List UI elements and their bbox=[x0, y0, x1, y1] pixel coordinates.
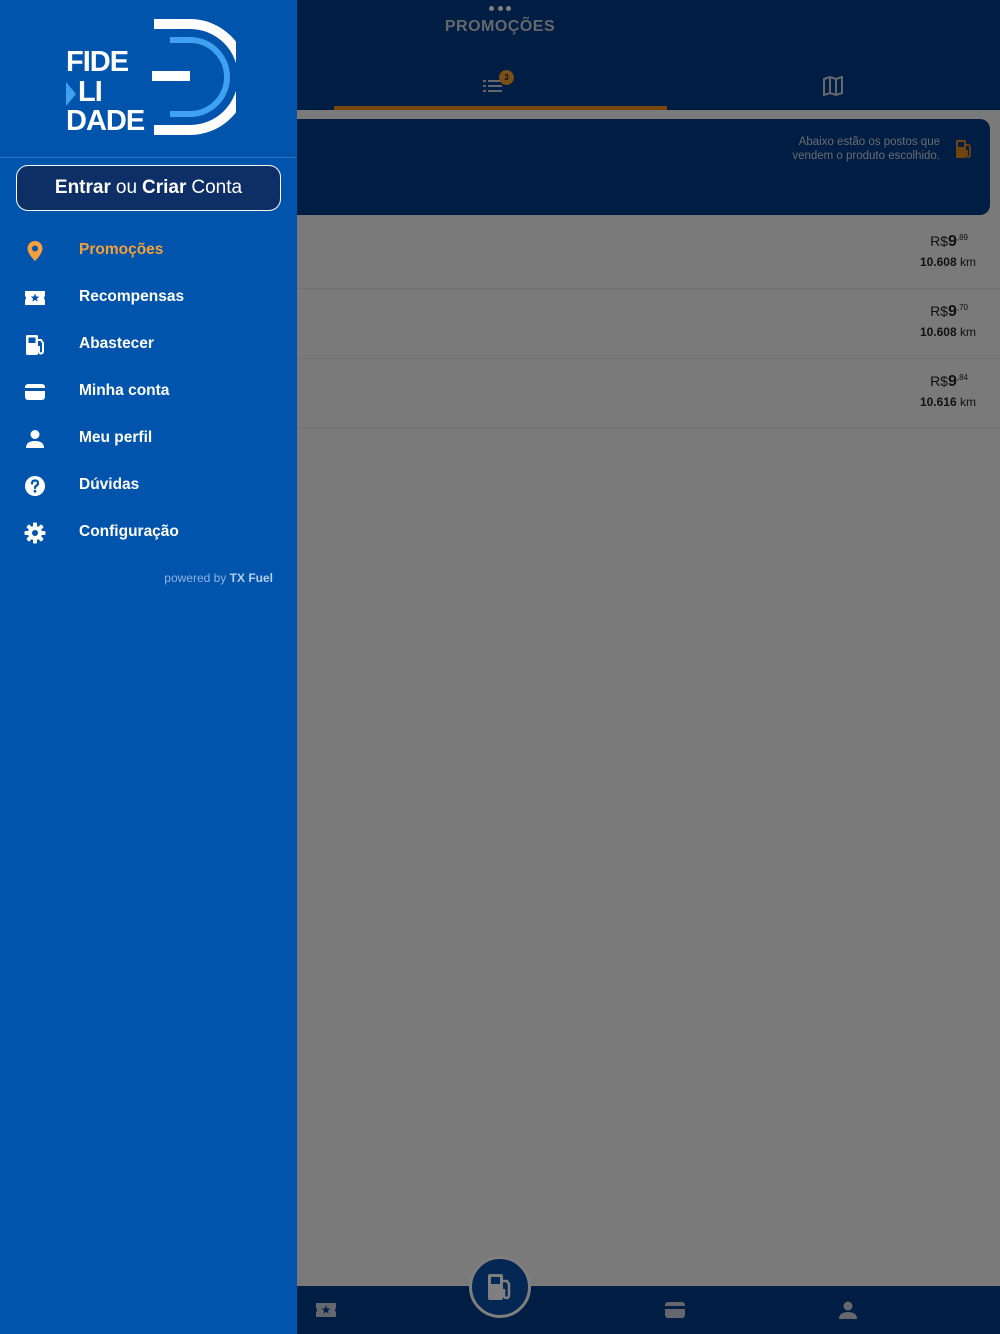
menu-item-meu-perfil[interactable]: Meu perfil bbox=[0, 416, 297, 462]
powered-by-text: powered by TX Fuel bbox=[164, 571, 273, 585]
menu-item-minha-conta[interactable]: Minha conta bbox=[0, 369, 297, 415]
menu-item-duvidas[interactable]: Dúvidas bbox=[0, 463, 297, 509]
ticket-star-icon bbox=[25, 291, 45, 305]
menu-item-abastecer[interactable]: Abastecer bbox=[0, 322, 297, 368]
user-icon bbox=[26, 430, 44, 448]
fuel-pump-icon bbox=[26, 335, 44, 355]
logo-arrow-icon bbox=[66, 82, 76, 106]
login-signup-button[interactable]: Entrar ou Criar Conta bbox=[16, 165, 281, 211]
wallet-card-icon bbox=[25, 384, 45, 400]
drawer-divider bbox=[0, 157, 297, 158]
map-pin-icon bbox=[27, 241, 43, 261]
fidelidade-logo: FIDE LI DADE bbox=[62, 18, 237, 140]
menu-item-configuracao[interactable]: Configuração bbox=[0, 510, 297, 556]
help-circle-icon bbox=[25, 476, 45, 496]
menu-item-promocoes[interactable]: Promoções bbox=[0, 228, 297, 274]
gear-icon bbox=[24, 522, 46, 544]
menu-item-recompensas[interactable]: Recompensas bbox=[0, 275, 297, 321]
side-drawer: FIDE LI DADE Entrar ou Criar Conta Promo… bbox=[0, 0, 297, 1334]
logo-mark-icon bbox=[152, 19, 236, 135]
